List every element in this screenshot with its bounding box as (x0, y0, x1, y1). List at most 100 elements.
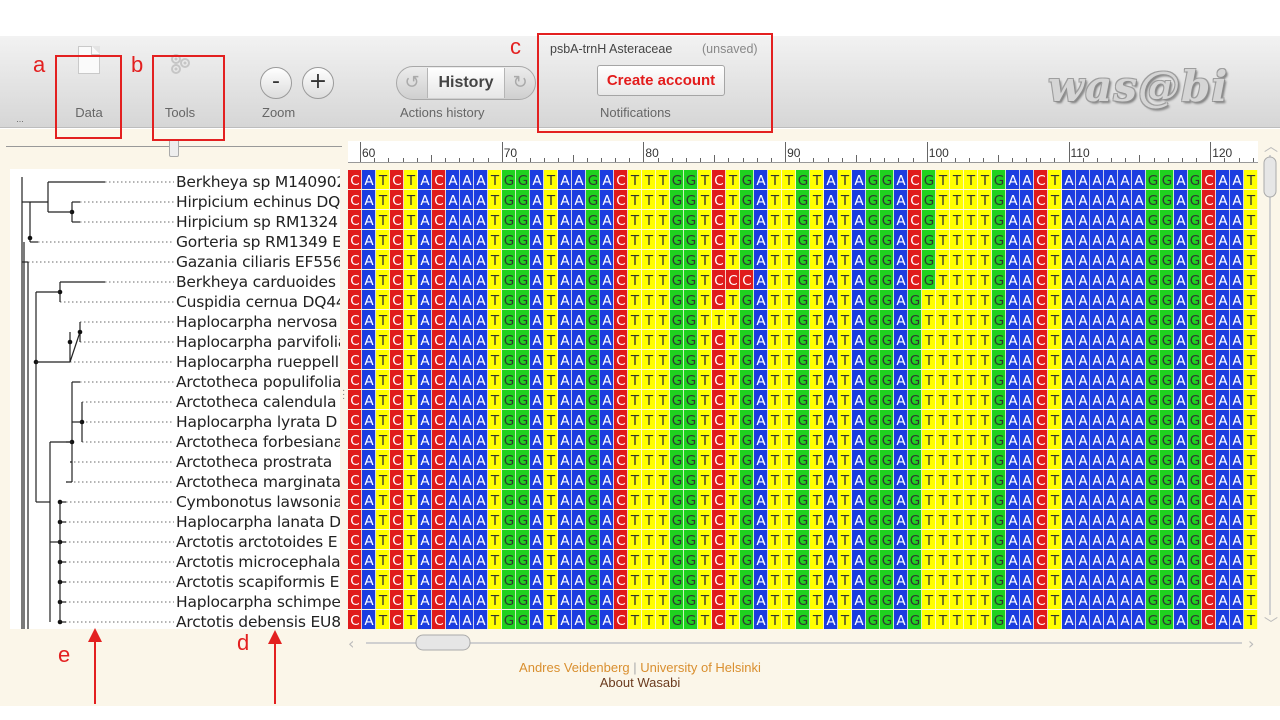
residue-letter: C (1204, 413, 1213, 429)
residue-letter: T (630, 393, 640, 409)
history-button[interactable]: History (427, 68, 505, 98)
panel-divider[interactable]: · · · (342, 139, 346, 629)
residue-letter: G (504, 173, 514, 189)
species-name[interactable]: Gazania ciliaris EF556 (176, 252, 340, 272)
residue-letter: G (868, 493, 878, 509)
residue-letter: T (1050, 353, 1060, 369)
residue-letter: G (1190, 493, 1200, 509)
species-name[interactable]: Arctotis debensis EU8 (176, 612, 340, 632)
sequence-alignment-grid[interactable]: CATCTACAAATGGATAAGACTTTGGTCTGATTGTATAGGA… (348, 170, 1258, 630)
residue-letter: A (1106, 493, 1116, 509)
footer: Andres Veidenberg | University of Helsin… (0, 660, 1280, 690)
species-name[interactable]: Hirpicium sp RM1324 (176, 212, 340, 232)
residue-letter: A (854, 293, 864, 309)
species-name[interactable]: Haplocarpha schimpe (176, 592, 340, 612)
species-name[interactable]: Arctotheca calendula (176, 392, 340, 412)
residue-letter: A (1064, 173, 1074, 189)
residue-letter: A (1106, 233, 1116, 249)
residue-letter: G (1148, 193, 1158, 209)
zoom-in-button[interactable]: + (302, 67, 334, 99)
residue-letter: G (868, 353, 878, 369)
ruler-tick (884, 158, 886, 162)
species-name[interactable]: Arctotis scapiformis E (176, 572, 340, 592)
ruler-tick (615, 158, 617, 162)
residue-letter: C (434, 553, 443, 569)
species-name[interactable]: Arctotheca marginata (176, 472, 340, 492)
species-name[interactable]: Hirpicium echinus DQ (176, 192, 340, 212)
menu-handle[interactable]: ... (10, 36, 30, 128)
residue-letter: T (490, 493, 500, 509)
vertical-scrollbar[interactable]: ︿ ﹀ (1262, 137, 1278, 632)
residue-letter: T (644, 393, 654, 409)
residue-letter: C (1204, 513, 1213, 529)
species-name[interactable]: Cymbonotus lawsonia (176, 492, 340, 512)
residue-letter: T (546, 393, 556, 409)
residue-letter: C (392, 213, 401, 229)
residue-letter: A (854, 453, 864, 469)
residue-letter: T (938, 533, 948, 549)
residue-letter: A (560, 473, 570, 489)
residue-letter: A (826, 473, 836, 489)
residue-letter: T (644, 473, 654, 489)
residue-letter: A (560, 393, 570, 409)
residue-letter: A (826, 573, 836, 589)
zoom-out-button[interactable]: - (260, 67, 292, 99)
species-name[interactable]: Haplocarpha lyrata D (176, 412, 340, 432)
species-name[interactable]: Berkheya sp M140902 (176, 172, 340, 192)
residue-letter: A (1134, 273, 1144, 289)
residue-letter: A (1064, 553, 1074, 569)
residue-letter: G (994, 553, 1004, 569)
residue-letter: A (1106, 553, 1116, 569)
undo-icon[interactable]: ↺ (402, 73, 422, 93)
about-link[interactable]: About Wasabi (600, 675, 680, 690)
residue-letter: T (938, 433, 948, 449)
species-name[interactable]: Arctotheca prostrata (176, 452, 340, 472)
residue-letter: G (868, 193, 878, 209)
residue-letter: A (1218, 233, 1228, 249)
residue-letter: A (1022, 433, 1032, 449)
residue-letter: C (434, 333, 443, 349)
species-name[interactable]: Berkheya carduoides (176, 272, 340, 292)
residue-letter: G (504, 453, 514, 469)
residue-letter: A (364, 173, 374, 189)
species-name[interactable]: Cuspidia cernua DQ44 (176, 292, 340, 312)
residue-letter: A (420, 353, 430, 369)
residue-letter: T (700, 213, 710, 229)
species-name[interactable]: Gorteria sp RM1349 E (176, 232, 340, 252)
residue-letter: T (658, 313, 668, 329)
species-name[interactable]: Haplocarpha parvifolia (176, 332, 340, 352)
residue-letter: A (1064, 533, 1074, 549)
species-name[interactable]: Haplocarpha lanata D (176, 512, 340, 532)
tree-resize-handle[interactable] (169, 139, 179, 157)
species-name[interactable]: Arctotheca populifolia (176, 372, 340, 392)
species-name[interactable]: Haplocarpha rueppellii (176, 352, 340, 372)
ruler-tick (402, 158, 404, 162)
species-name[interactable]: Arctotis arctotoides E (176, 532, 340, 552)
residue-letter: G (742, 613, 752, 629)
residue-letter: A (420, 473, 430, 489)
species-name[interactable]: Arctotheca forbesiana (176, 432, 340, 452)
residue-letter: G (798, 473, 808, 489)
residue-letter: C (910, 213, 919, 229)
university-link[interactable]: University of Helsinki (640, 660, 761, 675)
residue-letter: T (770, 313, 780, 329)
species-name[interactable]: Arctotis microcephala (176, 552, 340, 572)
residue-letter: C (616, 213, 625, 229)
residue-letter: A (462, 333, 472, 349)
residue-letter: T (812, 273, 822, 289)
horizontal-scrollbar[interactable]: ‹ › (346, 634, 1262, 654)
residue-letter: C (392, 193, 401, 209)
residue-letter: G (868, 253, 878, 269)
residue-letter: A (532, 573, 542, 589)
species-name[interactable]: Haplocarpha nervosa (176, 312, 340, 332)
residue-letter: T (630, 253, 640, 269)
residue-letter: A (560, 613, 570, 629)
annotation-box-a (55, 55, 122, 139)
residue-letter: G (1190, 273, 1200, 289)
residue-letter: A (602, 233, 612, 249)
residue-letter: G (1148, 393, 1158, 409)
residue-letter: A (420, 433, 430, 449)
residue-letter: T (490, 533, 500, 549)
author-link[interactable]: Andres Veidenberg (519, 660, 630, 675)
redo-icon[interactable]: ↻ (510, 73, 530, 93)
